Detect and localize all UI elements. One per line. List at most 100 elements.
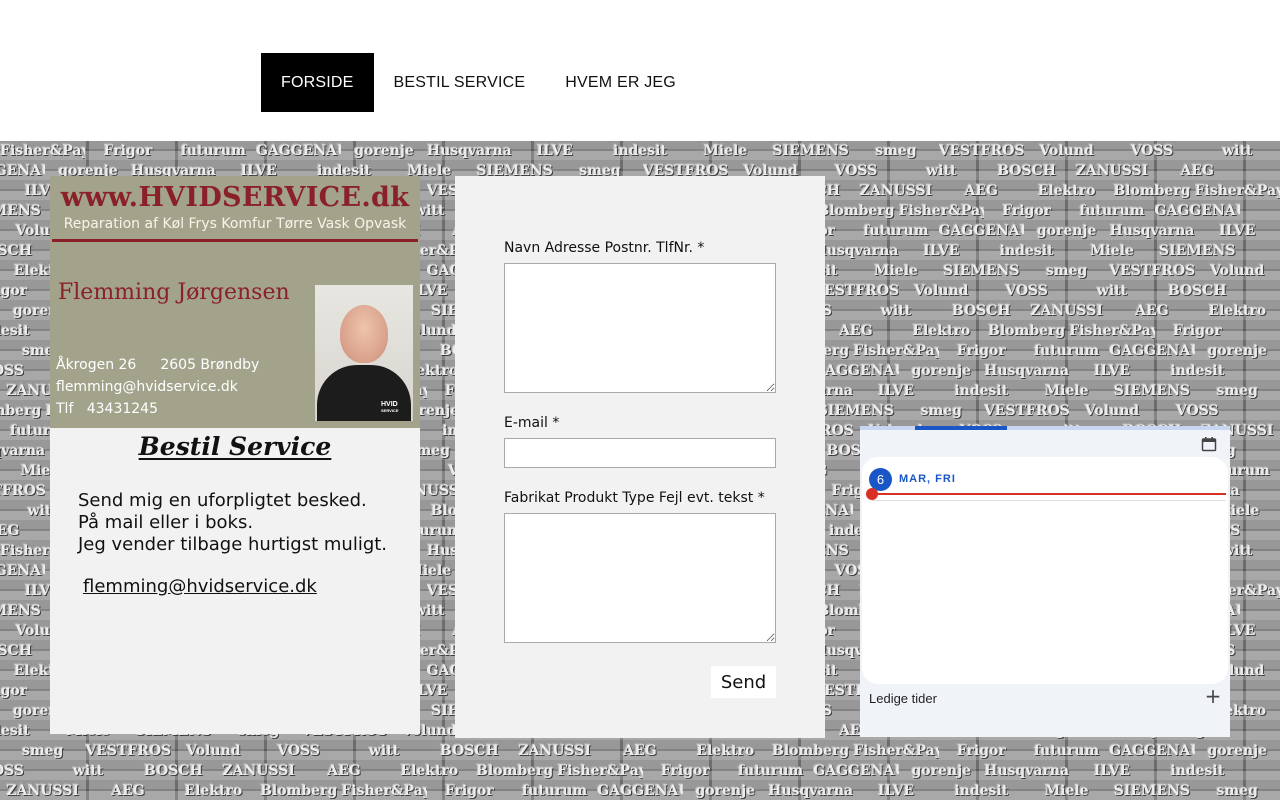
brand-logo: Frigor — [956, 743, 1006, 759]
brand-logo: indesit — [1170, 763, 1225, 779]
brand-logo: Miele — [703, 143, 748, 159]
brand-logo: Fisher&Paykel — [898, 203, 984, 219]
brand-logo: ILVE — [923, 243, 960, 259]
brand-logo: VOSS — [1130, 143, 1174, 159]
brand-logo: VESTFROST — [983, 403, 1070, 419]
brand-logo: gorenje — [354, 143, 414, 159]
brand-logo: AEG — [0, 523, 20, 539]
brand-logo: VESTFROST — [813, 283, 899, 299]
brand-logo: Blomberg — [817, 203, 895, 219]
shirt-logo: HVID SERVICE — [381, 401, 399, 413]
brand-logo: Frigor — [1002, 203, 1052, 219]
brand-logo: Elektro — [184, 783, 243, 799]
brand-logo: ILVE — [1093, 363, 1131, 379]
brand-logo: Blomberg — [772, 743, 850, 759]
business-card-street: Åkrogen 26 — [56, 357, 137, 373]
brand-logo: VOSS — [1175, 403, 1219, 419]
brand-logo: AEG — [1180, 163, 1215, 179]
business-card-url: www.HVIDSERVICE.dk — [60, 182, 410, 213]
intro-line-2: På mail eller i boks. — [78, 512, 254, 533]
brand-logo: GAGGENAU — [1154, 203, 1240, 219]
intro-line-1: Send mig en uforpligtet besked. — [78, 490, 367, 511]
brand-logo: Frigor — [660, 763, 710, 779]
brand-logo: GAGGENAU — [813, 763, 899, 779]
calendar-icon[interactable] — [1201, 436, 1217, 452]
brand-logo: SIEMENS — [1159, 243, 1236, 259]
brand-logo: SIEMENS — [817, 403, 895, 419]
nav-item-forside[interactable]: FORSIDE — [261, 53, 374, 112]
brand-logo: futurum — [1033, 743, 1100, 759]
brand-logo: Husqvarna — [984, 763, 1070, 779]
brand-logo: Fisher&Paykel — [853, 343, 938, 359]
hour-grid-line — [872, 500, 1226, 501]
brand-logo: Husqvarna — [1109, 223, 1195, 239]
brand-logo: Miele — [1044, 783, 1089, 799]
brand-logo: smeg — [1216, 383, 1258, 399]
brand-logo: SIEMENS — [1113, 383, 1191, 399]
brand-logo: SIEMENS — [772, 143, 849, 159]
brand-logo: futurum — [1079, 203, 1145, 219]
brand-logo: Blomberg — [476, 763, 554, 779]
brand-logo: GAGGENAU — [938, 223, 1024, 239]
email-field[interactable] — [504, 438, 776, 468]
product-fault-label: Fabrikat Produkt Type Fejl evt. tekst * — [504, 490, 765, 506]
available-times-label: Ledige tider — [869, 691, 937, 706]
brand-logo: Blomberg — [988, 323, 1066, 339]
business-card-divider — [52, 239, 418, 242]
brand-logo: BOSCH — [951, 303, 1011, 319]
send-button[interactable]: Send — [711, 666, 776, 698]
brand-logo: witt — [926, 163, 957, 179]
brand-logo: SIEMENS — [0, 603, 41, 619]
brand-logo: gorenje — [1207, 343, 1268, 359]
brand-logo: ILVE — [1093, 763, 1131, 779]
brand-logo: Husqvarna — [768, 783, 854, 799]
portrait-face — [340, 305, 388, 363]
name-address-label: Navn Adresse Postnr. TlfNr. * — [504, 240, 705, 256]
portrait-photo: HVID SERVICE — [315, 285, 413, 421]
current-time-line — [872, 493, 1226, 495]
plus-icon[interactable]: + — [1203, 686, 1223, 706]
brand-logo: Volund — [1210, 263, 1265, 279]
brand-logo: Husqvarna — [813, 243, 899, 259]
brand-logo: Blomberg — [1113, 183, 1191, 199]
product-fault-field[interactable] — [504, 513, 776, 643]
brand-logo: Fisher&Paykel — [0, 143, 85, 159]
brand-logo: futurum — [1033, 343, 1100, 359]
brand-logo: VOSS — [277, 743, 321, 759]
brand-logo: Husqvarna — [984, 363, 1070, 379]
brand-logo-row: ZANUSSI AEG Elektro BlombergFisher&Paykel Fr… — [0, 781, 1280, 800]
business-card-name: Flemming Jørgensen — [58, 280, 290, 305]
brand-logo-row: Fisher&Paykel Frigor futurum GAGGENAU gorenj… — [0, 141, 1280, 161]
contact-form: Navn Adresse Postnr. TlfNr. * E-mail * F… — [455, 176, 825, 738]
brand-logo: ZANUSSI — [518, 743, 591, 759]
brand-logo: Fisher&Paykel — [1194, 183, 1280, 199]
brand-logo: VESTFROST — [938, 143, 1024, 159]
brand-logo: AEG — [623, 743, 657, 759]
intro-text: Send mig en uforpligtet besked. På mail … — [78, 490, 387, 556]
brand-logo: Husqvarna — [426, 143, 512, 159]
brand-logo: Frigor — [0, 283, 28, 299]
brand-logo: Fisher&Paykel — [1069, 323, 1154, 339]
brand-logo: Elektro — [1208, 303, 1267, 319]
brand-logo: AEG — [111, 783, 145, 799]
brand-logo: ZANUSSI — [222, 763, 295, 779]
nav-item-hvem-er-jeg[interactable]: HVEM ER JEG — [545, 53, 696, 112]
brand-logo: Fisher&Paykel — [557, 763, 642, 779]
name-address-field[interactable] — [504, 263, 776, 393]
brand-logo: ZANUSSI — [6, 783, 79, 799]
brand-logo: Frigor — [1172, 323, 1222, 339]
brand-logo: VESTFROST — [85, 743, 171, 759]
main-nav: FORSIDE BESTIL SERVICE HVEM ER JEG — [261, 53, 696, 112]
day-view: 6 MAR, FRI — [862, 457, 1228, 684]
brand-logo: Fisher&Paykel — [341, 783, 426, 799]
brand-logo: BOSCH — [0, 243, 33, 259]
email-link[interactable]: flemming@hvidservice.dk — [83, 576, 317, 597]
nav-item-bestil-service[interactable]: BESTIL SERVICE — [374, 53, 546, 112]
brand-logo: Elektro — [1037, 183, 1096, 199]
brand-logo: futurum — [863, 223, 929, 239]
brand-logo: Frigor — [444, 783, 494, 799]
brand-logo: indesit — [1170, 363, 1225, 379]
brand-logo: Volund — [1039, 143, 1094, 159]
brand-logo: witt — [368, 743, 400, 759]
brand-logo: SIEMENS — [1113, 783, 1191, 799]
